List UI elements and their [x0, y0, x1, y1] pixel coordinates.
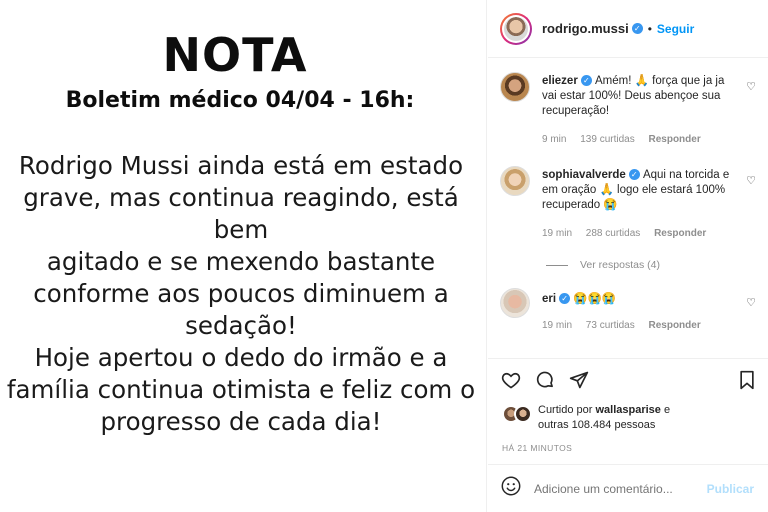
comment-time: 19 min [542, 320, 573, 331]
view-replies-button[interactable]: Ver respostas (4) [546, 259, 660, 271]
verified-badge-icon: ✓ [631, 23, 643, 34]
comment-heart-icon[interactable]: ♡ [746, 296, 756, 309]
commenter-avatar[interactable] [500, 288, 530, 318]
comment-text: eliezer ✓ Amém! 🙏 força que ja ja vai est… [542, 74, 738, 119]
bookmark-icon[interactable] [736, 369, 758, 391]
post-actions: Curtido por wallasparise e outras 108.48… [488, 358, 768, 464]
add-comment-bar: Publicar [488, 464, 768, 512]
post-body-line: agitado e se mexendo bastante [46, 247, 436, 276]
view-replies-label[interactable]: Ver respostas (4) [580, 259, 660, 271]
comment-input[interactable] [534, 481, 707, 496]
instagram-post-frame: NOTA Boletim médico 04/04 - 16h: Rodrigo… [0, 0, 768, 512]
liked-avatar[interactable] [514, 405, 532, 423]
verified-badge-icon: ✓ [559, 293, 571, 305]
liked-by-avatars [502, 405, 532, 423]
commenter-avatar[interactable] [500, 166, 530, 196]
comments-list: eliezer ✓ Amém! 🙏 força que ja ja vai est… [488, 58, 768, 358]
post-title: NOTA [162, 28, 308, 82]
comment-likes[interactable]: 73 curtidas [586, 320, 635, 331]
liked-prefix: Curtido por [538, 404, 593, 416]
verified-badge-icon: ✓ [580, 75, 592, 87]
reply-button[interactable]: Responder [654, 228, 706, 239]
comment-icon[interactable] [534, 369, 556, 391]
post-body-line: progresso de cada dia! [100, 407, 382, 436]
comment-meta: 19 min 288 curtidas Responder [542, 228, 717, 239]
post-timestamp[interactable]: HÁ 21 MINUTOS [502, 443, 572, 453]
post-image: NOTA Boletim médico 04/04 - 16h: Rodrigo… [0, 0, 487, 512]
comment-text: sophiavalverde ✓ Aqui na torcida e em ora… [542, 168, 738, 213]
commenter-avatar[interactable] [500, 72, 530, 102]
comment-username[interactable]: eri [542, 293, 556, 305]
owner-avatar[interactable] [500, 12, 532, 45]
post-body-line: Hoje apertou o dedo do irmão e a [34, 343, 448, 372]
comment-username[interactable]: sophiavalverde [542, 169, 626, 181]
owner-username[interactable]: rodrigo.mussi [542, 21, 629, 36]
comment-likes[interactable]: 139 curtidas [580, 134, 634, 145]
comment-time: 9 min [542, 134, 567, 145]
post-body-line: sedação! [185, 311, 297, 340]
comment-heart-icon[interactable]: ♡ [746, 174, 756, 187]
verified-badge-icon: ✓ [628, 169, 640, 181]
comment-username[interactable]: eliezer [542, 75, 578, 87]
post-subtitle: Boletim médico 04/04 - 16h: [65, 88, 415, 113]
post-body-line: Rodrigo Mussi ainda está em estado [18, 151, 464, 180]
publish-button[interactable]: Publicar [707, 482, 754, 496]
replies-divider [546, 264, 568, 266]
post-body: Rodrigo Mussi ainda está em estado grave… [0, 150, 482, 438]
comment-meta: 9 min 139 curtidas Responder [542, 134, 712, 145]
liked-username[interactable]: wallasparise [595, 404, 660, 416]
reply-button[interactable]: Responder [649, 320, 701, 331]
comment-meta: 19 min 73 curtidas Responder [542, 320, 712, 331]
comment-heart-icon[interactable]: ♡ [746, 80, 756, 93]
post-side-panel: rodrigo.mussi ✓ • Seguir eliezer ✓ Amém! … [488, 0, 768, 512]
post-body-line: família continua otimista e feliz com o [6, 375, 476, 404]
share-icon[interactable] [568, 369, 590, 391]
heart-icon[interactable] [500, 369, 522, 391]
reply-button[interactable]: Responder [649, 134, 701, 145]
emoji-icon[interactable] [500, 475, 522, 502]
post-header: rodrigo.mussi ✓ • Seguir [488, 0, 768, 58]
liked-by-row: Curtido por wallasparise e outras 108.48… [502, 403, 688, 433]
post-body-line: grave, mas continua reagindo, está bem [23, 183, 459, 244]
follow-button[interactable]: Seguir [657, 22, 694, 36]
comment-text: eri ✓ 😭😭😭 [542, 292, 738, 307]
comment-time: 19 min [542, 228, 573, 239]
post-body-line: conforme aos poucos diminuem a [33, 279, 449, 308]
header-separator: • [647, 21, 652, 36]
liked-by-text: Curtido por wallasparise e outras 108.48… [538, 403, 688, 433]
comment-body: 😭😭😭 [573, 293, 617, 305]
comment-likes[interactable]: 288 curtidas [586, 228, 640, 239]
